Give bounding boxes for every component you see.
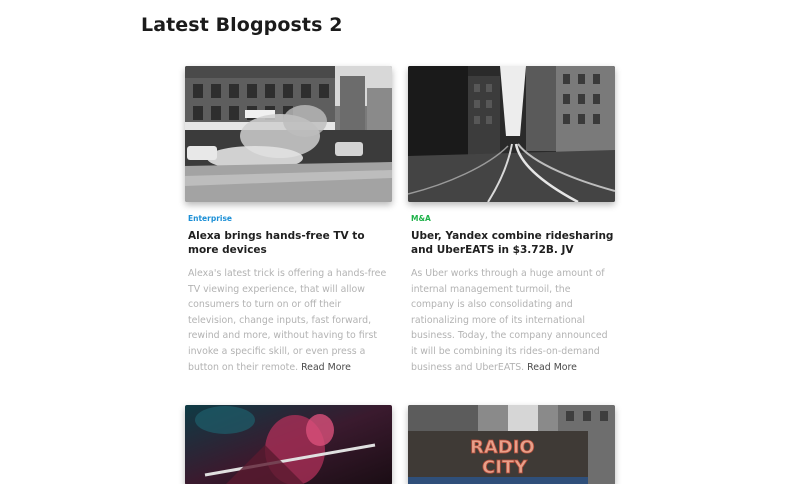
- blog-card: Enterprise Alexa brings hands-free TV to…: [185, 66, 392, 375]
- post-category[interactable]: Enterprise: [188, 214, 392, 223]
- post-category[interactable]: M&A: [411, 214, 615, 223]
- radio-sign-line-1: RADIO: [470, 437, 535, 458]
- post-title[interactable]: Uber, Yandex combine ridesharing and Ube…: [411, 229, 616, 257]
- post-image-city-tram[interactable]: [408, 66, 615, 202]
- blog-card: [185, 405, 392, 484]
- post-image-city-street[interactable]: [185, 66, 392, 202]
- post-excerpt-text: As Uber works through a huge amount of i…: [411, 268, 608, 373]
- post-image-radio-city[interactable]: RADIO CITY: [408, 405, 615, 484]
- blog-card: RADIO CITY: [408, 405, 615, 484]
- blog-card: M&A Uber, Yandex combine ridesharing and…: [408, 66, 615, 375]
- post-excerpt: As Uber works through a huge amount of i…: [411, 266, 615, 375]
- page-title: Latest Blogposts 2: [141, 14, 343, 36]
- read-more-link[interactable]: Read More: [301, 362, 351, 373]
- post-title[interactable]: Alexa brings hands-free TV to more devic…: [188, 229, 393, 257]
- post-excerpt-text: Alexa's latest trick is offering a hands…: [188, 268, 387, 373]
- post-excerpt: Alexa's latest trick is offering a hands…: [188, 266, 392, 375]
- read-more-link[interactable]: Read More: [527, 362, 577, 373]
- radio-sign-line-2: CITY: [482, 457, 528, 478]
- post-image-concert[interactable]: [185, 405, 392, 484]
